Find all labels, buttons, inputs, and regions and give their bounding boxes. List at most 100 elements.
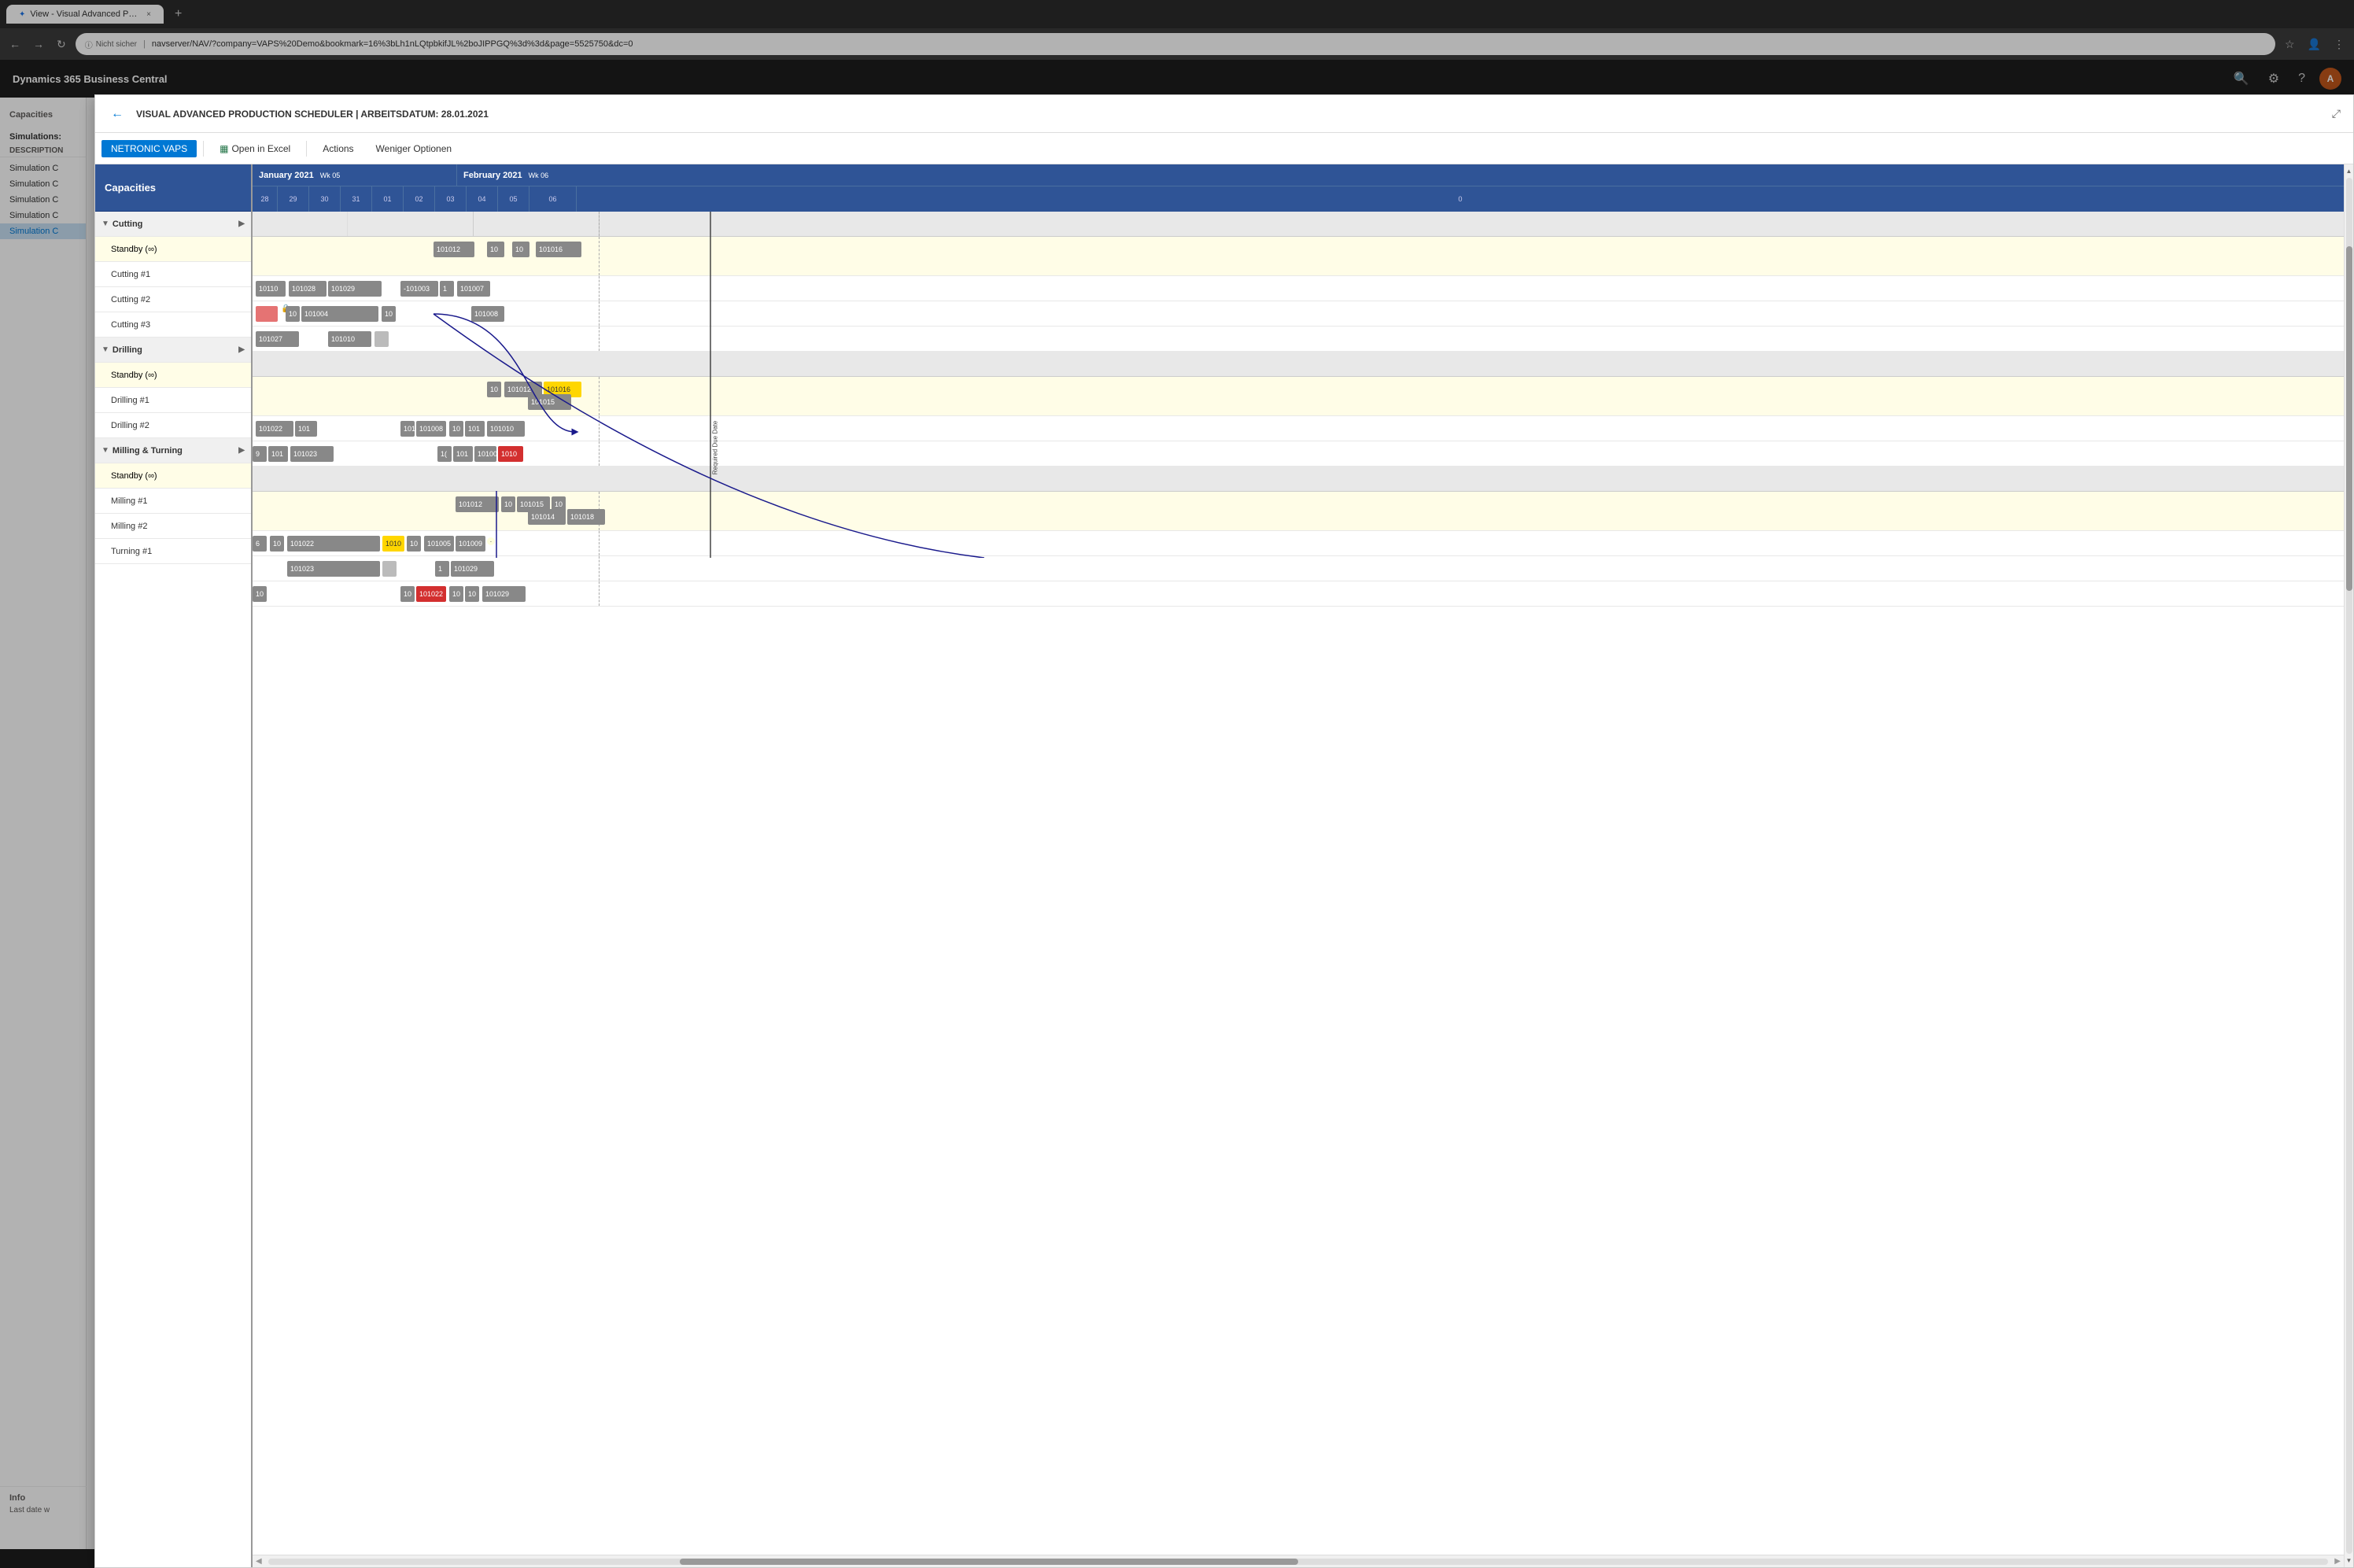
gantt-row-standby-drilling: Standby (∞)	[95, 363, 251, 388]
task-10-d1[interactable]: 10	[449, 421, 463, 437]
task-10-m1[interactable]: 10	[270, 536, 284, 552]
chart-row-standby-drilling: 10 101012 101016 101015	[253, 377, 2344, 416]
chart-row-milling2: 101023 1 101029	[253, 556, 2344, 581]
v-scroll-track[interactable]	[2346, 178, 2352, 1554]
task-10b-standby-cutting[interactable]: 10	[512, 242, 529, 257]
task-10-sd[interactable]: 10	[487, 382, 501, 397]
task-10-c2[interactable]: 10	[286, 306, 300, 322]
task-10-t1[interactable]: 10	[253, 586, 267, 602]
gridline-jan31-4	[599, 301, 600, 326]
task-101015-sd[interactable]: 101015	[528, 394, 571, 410]
task-10110-c1[interactable]: 10110	[256, 281, 286, 297]
task-10b-t1[interactable]: 10	[400, 586, 415, 602]
task-101023-m2[interactable]: 101023	[287, 561, 380, 577]
modal-expand-button[interactable]: ⤢	[2332, 107, 2341, 120]
task-101008-c2[interactable]: 101008	[471, 306, 504, 322]
task-101022-t1-red[interactable]: 101022	[416, 586, 446, 602]
task-101029-t1[interactable]: 101029	[482, 586, 526, 602]
task-6-m1[interactable]: 6	[253, 536, 267, 552]
task-101029-m2[interactable]: 101029	[451, 561, 494, 577]
task-10c-m1[interactable]: 10	[407, 536, 421, 552]
task-10a-standby-cutting[interactable]: 10	[487, 242, 504, 257]
task-101023-d2[interactable]: 101023	[290, 446, 334, 462]
task-101027-c3[interactable]: 101027	[256, 331, 299, 347]
timeline-header: January 2021 Wk 05 February 2021 Wk 06 2…	[253, 164, 2344, 212]
h-scroll-track[interactable]	[268, 1559, 2329, 1565]
task-101-d1[interactable]: 101	[295, 421, 317, 437]
gantt-row-cutting3: Cutting #3	[95, 312, 251, 338]
v-scroll-thumb[interactable]	[2346, 246, 2352, 590]
task-9-d2[interactable]: 9	[253, 446, 267, 462]
gantt-group-drilling[interactable]: ▼ Drilling ▶	[95, 338, 251, 363]
milling-collapse-icon[interactable]: ▼	[101, 446, 109, 455]
task-101a-d2[interactable]: 101	[268, 446, 288, 462]
task-101c-d1[interactable]: 101	[465, 421, 485, 437]
drilling-collapse-icon[interactable]: ▼	[101, 345, 109, 354]
gantt-group-cutting[interactable]: ▼ Cutting ▶	[95, 212, 251, 237]
h-scroll-left-btn[interactable]: ◀	[253, 1557, 265, 1566]
task-empty-c3[interactable]	[374, 331, 389, 347]
gantt-capacities-header: Capacities	[95, 164, 251, 212]
task-empty-m2[interactable]	[382, 561, 397, 577]
task-10c-t1[interactable]: 10	[449, 586, 463, 602]
excel-icon: ▦	[220, 143, 228, 154]
v-scroll-down-button[interactable]: ▼	[2345, 1555, 2353, 1566]
task-101007-c1[interactable]: 101007	[457, 281, 490, 297]
chart-row-cutting2: 🔒 10 101004 10 101008	[253, 301, 2344, 327]
task-101018-sm[interactable]: 101018	[567, 509, 605, 525]
h-scroll-thumb[interactable]	[680, 1559, 1298, 1565]
task-1010-d2-red[interactable]: 1010	[498, 446, 523, 462]
chart-row-milling1: 6 10 101022 1010 10 101005 101009 ·	[253, 531, 2344, 556]
task-101009-m1[interactable]: 101009	[456, 536, 485, 552]
drilling-expand-right-icon[interactable]: ▶	[238, 345, 245, 354]
gantt-chart-scroll[interactable]: Required Due Date	[253, 212, 2344, 1555]
modal-back-button[interactable]: ←	[108, 104, 127, 124]
chart-row-standby-cutting: 101012 10 10 101016	[253, 237, 2344, 276]
task-101b-d1[interactable]: 101	[400, 421, 415, 437]
gantt-row-drilling1: Drilling #1	[95, 388, 251, 413]
task-101014-sm[interactable]: 101014	[528, 509, 566, 525]
task-1010-m1-yellow[interactable]: 1010	[382, 536, 404, 552]
task-101022-d1[interactable]: 101022	[256, 421, 293, 437]
actions-button[interactable]: Actions	[313, 140, 363, 157]
day-02: 02	[404, 186, 435, 212]
task-101012-sm[interactable]: 101012	[456, 496, 499, 512]
gantt-vertical-scrollbar[interactable]: ▲ ▼	[2344, 164, 2353, 1567]
task-101005-m1[interactable]: 101005	[424, 536, 454, 552]
task-10100-d2[interactable]: 10100	[474, 446, 496, 462]
task-101028-c1[interactable]: 101028	[289, 281, 327, 297]
gridline-jan31-10	[599, 531, 600, 555]
task-101022-m1[interactable]: 101022	[287, 536, 380, 552]
cutting3-label: Cutting #3	[111, 320, 150, 330]
milling-expand-right-icon[interactable]: ▶	[238, 446, 245, 455]
task-101029-c1[interactable]: 101029	[328, 281, 382, 297]
gantt-row-standby-cutting: Standby (∞)	[95, 237, 251, 262]
task-10b-c2[interactable]: 10	[382, 306, 396, 322]
chart-row-cutting-group	[253, 212, 2344, 237]
task-pink-c2[interactable]	[256, 306, 278, 322]
open-excel-button[interactable]: ▦ Open in Excel	[210, 140, 300, 157]
task-101016-standby-cutting[interactable]: 101016	[536, 242, 581, 257]
gantt-horizontal-scrollbar[interactable]: ◀ ▶	[253, 1555, 2344, 1567]
cutting-collapse-icon[interactable]: ▼	[101, 220, 109, 228]
task-1-m2[interactable]: 1	[435, 561, 449, 577]
task-10d-t1[interactable]: 10	[465, 586, 479, 602]
gantt-group-milling[interactable]: ▼ Milling & Turning ▶	[95, 438, 251, 463]
task-101004-c2[interactable]: 101004	[301, 306, 378, 322]
gridline-1	[347, 212, 348, 236]
v-scroll-up-button[interactable]: ▲	[2345, 166, 2353, 176]
weniger-optionen-button[interactable]: Weniger Optionen	[367, 140, 462, 157]
task-101010-c3[interactable]: 101010	[328, 331, 371, 347]
task-1-c1[interactable]: 1	[440, 281, 454, 297]
netronic-vaps-button[interactable]: NETRONIC VAPS	[101, 140, 197, 157]
task-101010-d1[interactable]: 101010	[487, 421, 525, 437]
task-101b-d2[interactable]: 101	[453, 446, 473, 462]
task-101012-standby-cutting[interactable]: 101012	[434, 242, 474, 257]
chart-row-milling-group	[253, 467, 2344, 492]
cutting-expand-right-icon[interactable]: ▶	[238, 220, 245, 228]
task-101008-d1[interactable]: 101008	[416, 421, 446, 437]
task-101003-c1[interactable]: -101003	[400, 281, 438, 297]
h-scroll-right-btn[interactable]: ▶	[2331, 1557, 2344, 1566]
task-10-sm[interactable]: 10	[501, 496, 515, 512]
task-1a-d2[interactable]: 1(	[437, 446, 452, 462]
